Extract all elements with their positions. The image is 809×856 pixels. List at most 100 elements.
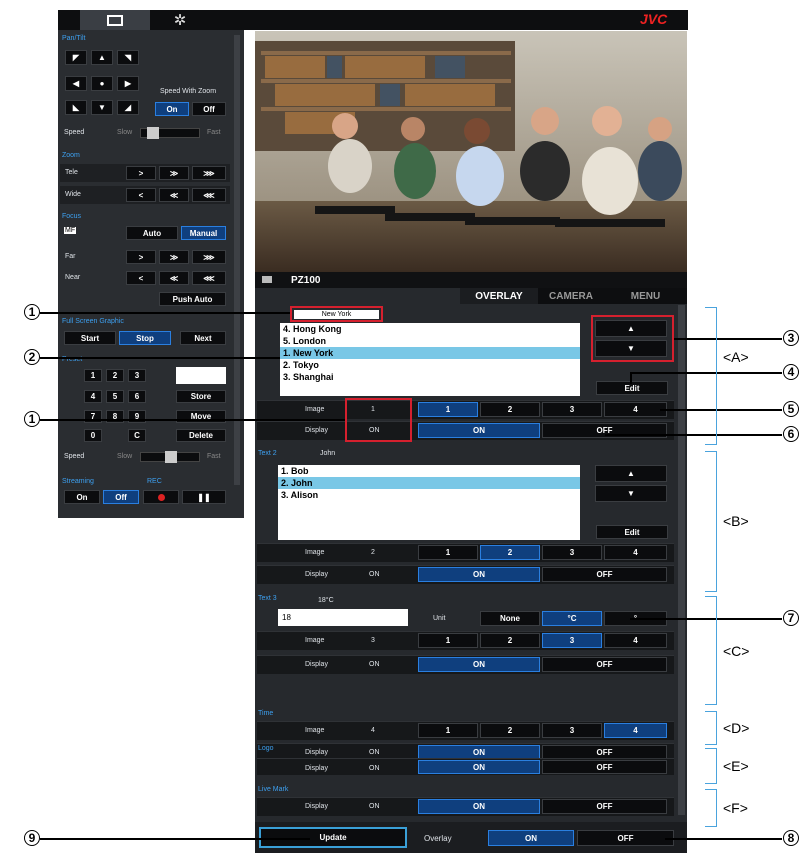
preset-key-4[interactable]: 4 bbox=[84, 390, 102, 403]
text3-display-on[interactable]: ON bbox=[418, 657, 540, 672]
text2-display-on[interactable]: ON bbox=[418, 567, 540, 582]
text3-image-1[interactable]: 1 bbox=[418, 633, 478, 648]
text3-image-4[interactable]: 4 bbox=[604, 633, 667, 648]
text3-image-2[interactable]: 2 bbox=[480, 633, 540, 648]
text3-image-3[interactable]: 3 bbox=[542, 633, 602, 648]
fsg-stop-button[interactable]: Stop bbox=[119, 331, 171, 345]
pan-up-button[interactable]: ▲ bbox=[91, 50, 113, 65]
right-scrollbar[interactable] bbox=[678, 305, 685, 815]
preset-speed-slider[interactable] bbox=[140, 451, 200, 463]
list-item[interactable]: 4. Hong Kong bbox=[280, 323, 580, 335]
preset-key-5[interactable]: 5 bbox=[106, 390, 124, 403]
rec-pause-button[interactable]: ❚❚ bbox=[182, 490, 226, 504]
time-image-1[interactable]: 1 bbox=[418, 723, 478, 738]
pan-downleft-button[interactable]: ◣ bbox=[65, 100, 87, 115]
zoom-tele-fast[interactable]: ⋙ bbox=[192, 166, 226, 180]
pan-downright-button[interactable]: ◢ bbox=[117, 100, 139, 115]
list-item[interactable]: 5. London bbox=[280, 335, 580, 347]
tab-menu[interactable]: MENU bbox=[604, 288, 687, 304]
focus-near-fast[interactable]: ⋘ bbox=[192, 271, 226, 285]
preset-name-field[interactable] bbox=[176, 367, 226, 384]
pan-home-button[interactable]: ● bbox=[91, 76, 113, 91]
list-item-selected[interactable]: 1. New York bbox=[280, 347, 580, 359]
text2-up-button[interactable]: ▲ bbox=[595, 465, 667, 482]
time-image-2[interactable]: 2 bbox=[480, 723, 540, 738]
text3-unit-celsius[interactable]: °C bbox=[542, 611, 602, 626]
text2-display-off[interactable]: OFF bbox=[542, 567, 667, 582]
pantilt-speed-slider[interactable] bbox=[140, 127, 200, 139]
preset-key-7[interactable]: 7 bbox=[84, 410, 102, 423]
text3-display-off[interactable]: OFF bbox=[542, 657, 667, 672]
list-item[interactable]: 2. Tokyo bbox=[280, 359, 580, 371]
fsg-next-button[interactable]: Next bbox=[180, 331, 226, 345]
text1-list[interactable]: 4. Hong Kong 5. London 1. New York 2. To… bbox=[280, 323, 580, 396]
text1-image-4[interactable]: 4 bbox=[604, 402, 667, 417]
tab-monitor[interactable] bbox=[80, 10, 150, 30]
preset-key-6[interactable]: 6 bbox=[128, 390, 146, 403]
text2-image-2[interactable]: 2 bbox=[480, 545, 540, 560]
preset-key-3[interactable]: 3 bbox=[128, 369, 146, 382]
focus-far-mid[interactable]: ≫ bbox=[159, 250, 189, 264]
text2-image-4[interactable]: 4 bbox=[604, 545, 667, 560]
preset-key-clear[interactable]: C bbox=[128, 429, 146, 442]
pan-down-button[interactable]: ▼ bbox=[91, 100, 113, 115]
overlay-on-button[interactable]: ON bbox=[488, 830, 574, 846]
zoom-wide-slow[interactable]: < bbox=[126, 188, 156, 202]
pan-left-button[interactable]: ◀ bbox=[65, 76, 87, 91]
list-item[interactable]: 3. Shanghai bbox=[280, 371, 580, 383]
list-item[interactable]: 3. Alison bbox=[278, 489, 580, 501]
preset-move-button[interactable]: Move bbox=[176, 410, 226, 423]
time-image-4[interactable]: 4 bbox=[604, 723, 667, 738]
focus-auto-button[interactable]: Auto bbox=[126, 226, 178, 240]
tab-overlay[interactable]: OVERLAY bbox=[460, 288, 538, 304]
text2-list[interactable]: 1. Bob 2. John 3. Alison bbox=[278, 465, 580, 540]
text3-input[interactable]: 18 bbox=[278, 609, 408, 626]
logo-display-off[interactable]: OFF bbox=[542, 760, 667, 774]
text1-image-2[interactable]: 2 bbox=[480, 402, 540, 417]
focus-manual-button[interactable]: Manual bbox=[181, 226, 226, 240]
tab-camera[interactable]: CAMERA bbox=[538, 288, 604, 304]
pan-right-button[interactable]: ▶ bbox=[117, 76, 139, 91]
text2-edit-button[interactable]: Edit bbox=[596, 525, 668, 539]
focus-far-fast[interactable]: ⋙ bbox=[192, 250, 226, 264]
livemark-display-off[interactable]: OFF bbox=[542, 799, 667, 814]
text1-image-3[interactable]: 3 bbox=[542, 402, 602, 417]
time-image-3[interactable]: 3 bbox=[542, 723, 602, 738]
streaming-off-button[interactable]: Off bbox=[103, 490, 139, 504]
left-scrollbar[interactable] bbox=[234, 35, 240, 485]
preset-store-button[interactable]: Store bbox=[176, 390, 226, 403]
rec-record-button[interactable] bbox=[143, 490, 179, 504]
list-item[interactable]: 1. Bob bbox=[278, 465, 580, 477]
preset-key-1[interactable]: 1 bbox=[84, 369, 102, 382]
preset-key-8[interactable]: 8 bbox=[106, 410, 124, 423]
overlay-off-button[interactable]: OFF bbox=[577, 830, 674, 846]
tab-settings[interactable]: ✲ bbox=[160, 10, 200, 30]
streaming-on-button[interactable]: On bbox=[64, 490, 100, 504]
speed-zoom-off-button[interactable]: Off bbox=[192, 102, 226, 116]
focus-near-mid[interactable]: ≪ bbox=[159, 271, 189, 285]
push-auto-button[interactable]: Push Auto bbox=[159, 292, 226, 306]
zoom-tele-mid[interactable]: ≫ bbox=[159, 166, 189, 180]
text1-edit-button[interactable]: Edit bbox=[596, 381, 668, 395]
pan-upright-button[interactable]: ◥ bbox=[117, 50, 139, 65]
focus-far-slow[interactable]: > bbox=[126, 250, 156, 264]
text2-image-1[interactable]: 1 bbox=[418, 545, 478, 560]
text2-down-button[interactable]: ▼ bbox=[595, 485, 667, 502]
speed-zoom-on-button[interactable]: On bbox=[155, 102, 189, 116]
fsg-start-button[interactable]: Start bbox=[64, 331, 116, 345]
preset-key-9[interactable]: 9 bbox=[128, 410, 146, 423]
preset-delete-button[interactable]: Delete bbox=[176, 429, 226, 442]
zoom-wide-fast[interactable]: ⋘ bbox=[192, 188, 226, 202]
text3-unit-none[interactable]: None bbox=[480, 611, 540, 626]
text2-image-3[interactable]: 3 bbox=[542, 545, 602, 560]
preset-key-0[interactable]: 0 bbox=[84, 429, 102, 442]
text1-display-on[interactable]: ON bbox=[418, 423, 540, 438]
logo-display-on[interactable]: ON bbox=[418, 760, 540, 774]
list-item-selected[interactable]: 2. John bbox=[278, 477, 580, 489]
preset-key-2[interactable]: 2 bbox=[106, 369, 124, 382]
livemark-display-on[interactable]: ON bbox=[418, 799, 540, 814]
text1-image-1[interactable]: 1 bbox=[418, 402, 478, 417]
pan-upleft-button[interactable]: ◤ bbox=[65, 50, 87, 65]
focus-near-slow[interactable]: < bbox=[126, 271, 156, 285]
zoom-wide-mid[interactable]: ≪ bbox=[159, 188, 189, 202]
